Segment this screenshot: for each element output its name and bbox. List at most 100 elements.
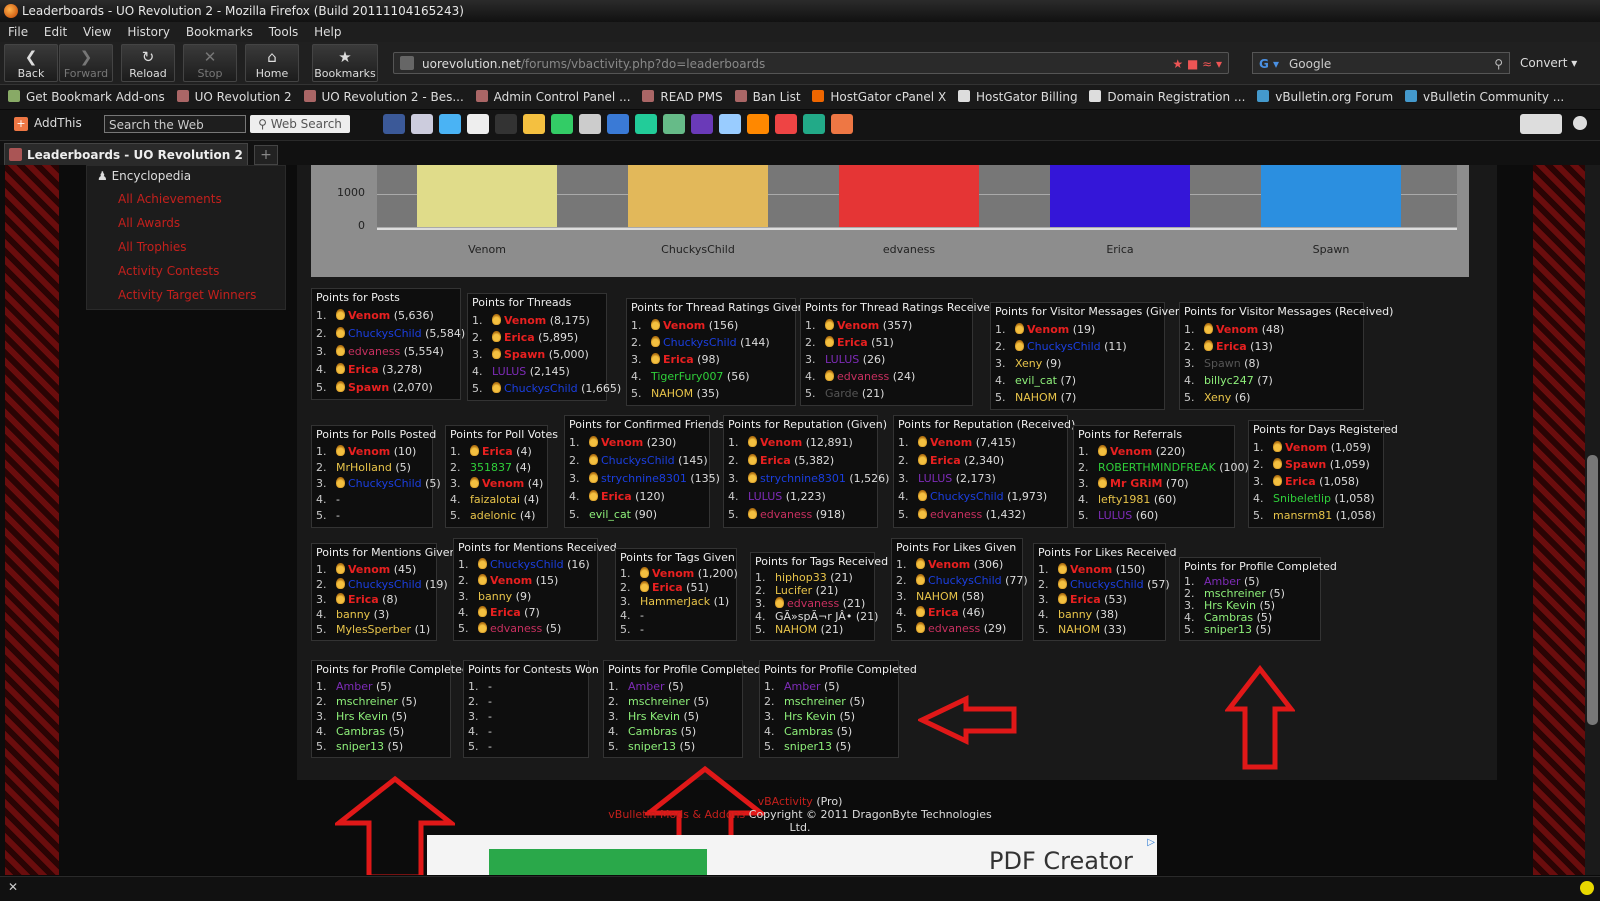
user-link[interactable]: Hrs Kevin [784, 710, 836, 723]
bookmark-item[interactable]: READ PMS [642, 85, 723, 109]
user-link[interactable]: Xeny [1204, 391, 1231, 404]
gmail-icon[interactable] [775, 114, 797, 134]
user-link[interactable]: ChuckysChild [1027, 340, 1101, 353]
user-link[interactable]: Amber [336, 680, 373, 693]
user-link[interactable]: hiphop33 [775, 571, 827, 584]
user-link[interactable]: Venom [930, 436, 972, 449]
scrollbar-thumb[interactable] [1587, 455, 1598, 725]
favorites-icon[interactable] [523, 114, 545, 134]
sidebar-link-target-winners[interactable]: Activity Target Winners [118, 288, 256, 302]
user-link[interactable]: LULUS [748, 490, 782, 503]
ad-banner[interactable]: PDF Creator ▷ [427, 835, 1157, 875]
user-link[interactable]: Spawn [1204, 357, 1241, 370]
menu-help[interactable]: Help [314, 25, 341, 39]
blogger-icon[interactable] [747, 114, 769, 134]
user-link[interactable]: ChuckysChild [930, 490, 1004, 503]
user-link[interactable]: banny [336, 608, 370, 621]
user-link[interactable]: GÃ»spÃ¬r JÂ• [775, 610, 852, 623]
user-link[interactable]: ChuckysChild [490, 558, 564, 571]
user-link[interactable]: edvaness [928, 622, 980, 635]
adchoices-icon[interactable]: ▷ [1147, 837, 1155, 848]
user-link[interactable]: Cambras [628, 725, 677, 738]
user-link[interactable]: edvaness [760, 508, 812, 521]
menu-file[interactable]: File [8, 25, 28, 39]
user-link[interactable]: edvaness [348, 345, 400, 358]
user-link[interactable]: Erica [482, 445, 513, 458]
user-link[interactable]: Erica [837, 336, 868, 349]
user-link[interactable]: strychnine8301 [601, 472, 687, 485]
user-link[interactable]: NAHOM [1015, 391, 1057, 404]
share-icon[interactable] [579, 114, 601, 134]
user-link[interactable]: Venom [348, 563, 390, 576]
bookmark-item[interactable]: Admin Control Panel ... [475, 85, 631, 109]
user-link[interactable]: LULUS [492, 365, 526, 378]
user-link[interactable]: Venom [760, 436, 802, 449]
user-link[interactable]: edvaness [490, 622, 542, 635]
user-link[interactable]: Erica [930, 454, 961, 467]
vertical-scrollbar[interactable] [1585, 165, 1600, 875]
user-link[interactable]: ChuckysChild [348, 477, 422, 490]
user-link[interactable]: Venom [482, 477, 524, 490]
user-link[interactable]: Venom [1216, 323, 1258, 336]
user-link[interactable]: Lucifer [775, 584, 812, 597]
web-search-input[interactable]: Search the Web [104, 115, 246, 133]
new-tab-button[interactable]: + [254, 145, 278, 165]
digg-icon[interactable] [663, 114, 685, 134]
url-bar-icons[interactable]: ★ ■ ≈ ▾ [1172, 53, 1222, 75]
bookmark-item[interactable]: Get Bookmark Add-ons [8, 85, 165, 109]
close-addon-bar-icon[interactable]: ✕ [8, 880, 18, 894]
user-link[interactable]: Venom [348, 445, 390, 458]
user-link[interactable]: Cambras [336, 725, 385, 738]
sidebar-link-contests[interactable]: Activity Contests [118, 264, 219, 278]
user-link[interactable]: evil_cat [1015, 374, 1057, 387]
user-link[interactable]: Amber [628, 680, 665, 693]
bookmarks-button[interactable]: ★ Bookmarks [312, 44, 378, 82]
user-link[interactable]: ChuckysChild [348, 327, 422, 340]
convert-button[interactable]: Convert ▾ [1520, 52, 1577, 74]
user-link[interactable]: edvaness [837, 370, 889, 383]
user-link[interactable]: Erica [348, 363, 379, 376]
user-link[interactable]: Xeny [1015, 357, 1042, 370]
user-link[interactable]: sniper13 [784, 740, 832, 753]
user-link[interactable]: LULUS [1098, 509, 1132, 522]
addthis-button[interactable]: + AddThis [14, 116, 82, 131]
user-link[interactable]: sniper13 [336, 740, 384, 753]
bookmark-item[interactable]: UO Revolution 2 [176, 85, 292, 109]
bookmark-item[interactable]: UO Revolution 2 - Bes... [303, 85, 464, 109]
user-link[interactable]: Erica [928, 606, 959, 619]
stop-button[interactable]: ✕ Stop [183, 44, 237, 82]
user-link[interactable]: sniper13 [628, 740, 676, 753]
user-link[interactable]: NAHOM [1058, 623, 1100, 636]
user-link[interactable]: Erica [1070, 593, 1101, 606]
user-link[interactable]: Erica [504, 331, 535, 344]
sidebar-link-achievements[interactable]: All Achievements [118, 192, 222, 206]
user-link[interactable]: Venom [652, 567, 694, 580]
user-link[interactable]: Venom [490, 574, 532, 587]
search-icon[interactable]: ⚲ [1494, 53, 1503, 75]
user-link[interactable]: Erica [1216, 340, 1247, 353]
home-button[interactable]: ⌂ Home [245, 44, 299, 82]
bookmark-item[interactable]: Ban List [734, 85, 801, 109]
user-link[interactable]: Spawn [504, 348, 545, 361]
tab-leaderboards[interactable]: Leaderboards - UO Revolution 2 [4, 143, 248, 165]
user-link[interactable]: banny [478, 590, 512, 603]
user-link[interactable]: Amber [784, 680, 821, 693]
user-link[interactable]: ChuckysChild [1070, 578, 1144, 591]
sidebar-heading[interactable]: ♟ Encyclopedia [97, 168, 191, 184]
user-link[interactable]: Erica [490, 606, 521, 619]
user-link[interactable]: Erica [663, 353, 694, 366]
user-link[interactable]: strychnine8301 [760, 472, 846, 485]
user-link[interactable]: Garde [825, 387, 858, 400]
user-link[interactable]: Venom [837, 319, 879, 332]
forward-button[interactable]: ❯ Forward [59, 44, 113, 82]
user-link[interactable]: ChuckysChild [348, 578, 422, 591]
user-link[interactable]: Erica [652, 581, 683, 594]
search-box[interactable]: G ▾ Google ⚲ [1252, 52, 1510, 74]
user-link[interactable]: Venom [601, 436, 643, 449]
user-link[interactable]: evil_cat [589, 508, 631, 521]
stumble-icon[interactable] [635, 114, 657, 134]
delicious-icon[interactable] [607, 114, 629, 134]
reload-button[interactable]: ↻ Reload [121, 44, 175, 82]
user-link[interactable]: 351837 [470, 461, 512, 474]
user-link[interactable]: ChuckysChild [601, 454, 675, 467]
